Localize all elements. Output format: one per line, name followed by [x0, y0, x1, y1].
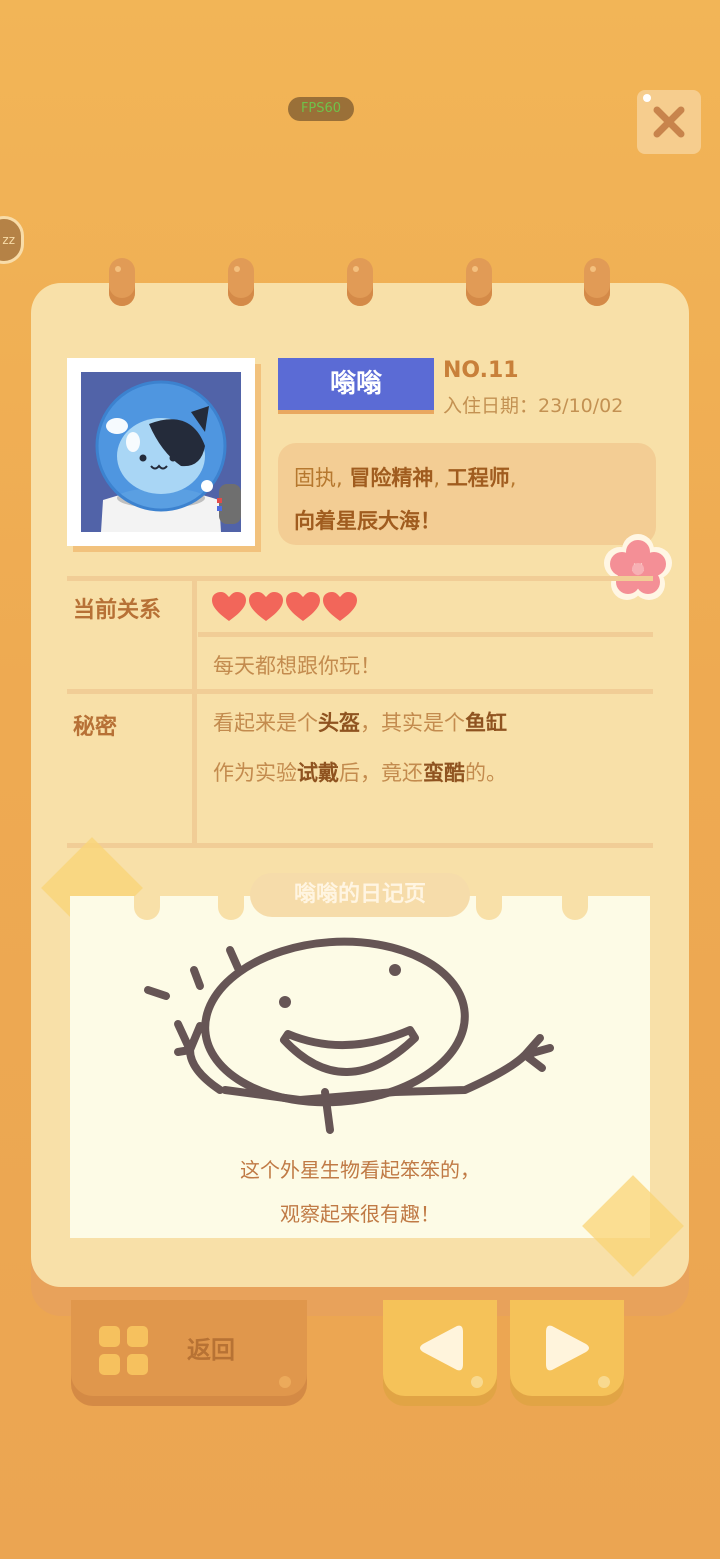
join-date: 入住日期：23/10/02 — [443, 395, 624, 417]
heart-icon — [286, 592, 320, 621]
shine-dot — [643, 94, 651, 102]
fps-counter: FPS60 — [288, 97, 354, 121]
grid-icon — [99, 1326, 149, 1376]
table-divider — [67, 689, 653, 694]
relation-label: 当前关系 — [73, 598, 162, 623]
astronaut-cat-icon — [95, 380, 241, 532]
diary-title: 嗡嗡的日记页 — [250, 873, 470, 917]
pet-number: NO.11 — [443, 358, 519, 383]
close-button[interactable] — [637, 90, 701, 154]
doodle-drawing-icon — [144, 937, 554, 1134]
trait: 冒险精神 — [349, 466, 434, 490]
secret-label: 秘密 — [73, 715, 118, 740]
next-page-button[interactable] — [510, 1300, 624, 1396]
flower-sticker-icon — [604, 534, 672, 600]
heart-icon — [212, 592, 246, 621]
relation-quote: 每天都想跟你玩！ — [213, 654, 381, 678]
close-icon — [653, 106, 685, 138]
prev-page-button[interactable] — [383, 1300, 497, 1396]
table-divider — [192, 580, 197, 843]
arrow-left-icon — [420, 1325, 463, 1371]
back-label: 返回 — [187, 1336, 235, 1364]
table-divider — [198, 632, 653, 637]
avatar-frame — [67, 358, 255, 546]
hearts-row — [212, 592, 357, 622]
trait: 工程师 — [446, 466, 510, 490]
diary-caption-2: 观察起来很有趣！ — [280, 1202, 440, 1226]
traits-line-1: 固执, 冒险精神, 工程师, — [294, 466, 517, 490]
heart-icon — [323, 592, 357, 621]
binder-ring — [228, 258, 254, 306]
button-dot — [279, 1376, 291, 1388]
sleep-label: zz — [2, 233, 15, 247]
heart-icon — [249, 592, 283, 621]
table-divider — [67, 843, 653, 848]
secret-line-1: 看起来是个头盔，其实是个鱼缸 — [213, 711, 507, 735]
trait: 固执 — [294, 466, 336, 490]
button-dot — [598, 1376, 610, 1388]
sleep-button[interactable]: zz — [0, 216, 24, 264]
traits-line-2: 向着星辰大海！ — [294, 509, 441, 533]
binder-ring — [347, 258, 373, 306]
traits-box: 固执, 冒险精神, 工程师, 向着星辰大海！ — [278, 443, 656, 545]
binder-ring — [584, 258, 610, 306]
table-divider — [67, 576, 653, 581]
arrow-right-icon — [546, 1325, 589, 1371]
avatar — [81, 372, 241, 532]
diary-caption-1: 这个外星生物看起笨笨的， — [240, 1158, 480, 1182]
back-button[interactable]: 返回 — [71, 1300, 307, 1396]
binder-ring — [109, 258, 135, 306]
binder-ring — [466, 258, 492, 306]
secret-line-2: 作为实验试戴后，竟还蛮酷的。 — [213, 761, 507, 785]
pet-name-tag: 嗡嗡 — [278, 358, 434, 410]
button-dot — [471, 1376, 483, 1388]
